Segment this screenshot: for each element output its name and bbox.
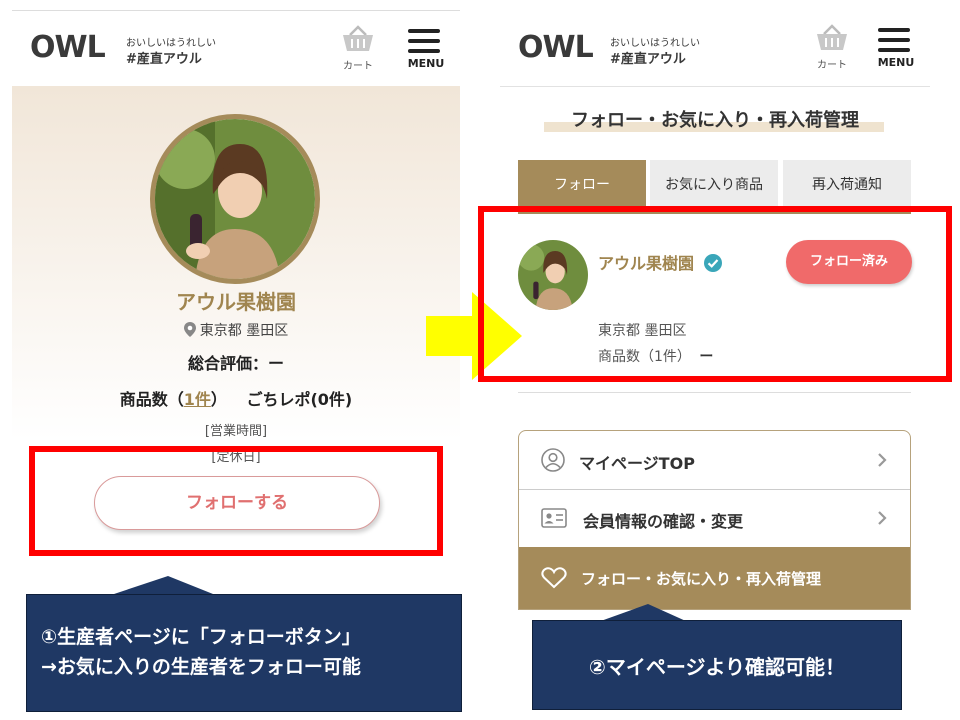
right-callout-box: ②マイページより確認可能！ [532,620,902,710]
cart-label: カート [343,61,373,72]
left-callout: ①生産者ページに「フォローボタン」 →お気に入りの生産者をフォロー可能 [26,576,462,712]
tab-follow[interactable]: フォロー [518,160,646,210]
menu-item-label: フォロー・お気に入り・再入荷管理 [581,570,822,588]
business-hours-label: [営業時間] [204,424,268,439]
producer-photo [155,119,315,279]
person-icon [541,448,565,472]
id-card-icon [541,508,567,528]
cart-button[interactable]: カート [340,25,376,75]
menu-item-follow-favorites[interactable]: フォロー・お気に入り・再入荷管理 [519,547,910,609]
highlight-follow-button [29,446,443,556]
map-pin-icon [183,322,196,337]
header-divider [500,86,930,87]
heart-icon [541,567,567,589]
owl-logo[interactable]: OWL [30,30,106,65]
hamburger-icon [876,28,916,52]
mypage-menu: マイページTOP 会員情報の確認・変更 フォロー・お気に入り・再入荷管理 [518,430,911,610]
basket-icon [817,24,847,50]
callout-line-1: ①生産者ページに「フォローボタン」 [41,626,361,648]
tab-restock-notice[interactable]: 再入荷通知 [783,160,911,210]
tab-favorite-products[interactable]: お気に入り商品 [650,160,778,210]
hamburger-icon [406,29,446,53]
basket-icon [343,25,373,51]
cart-button[interactable]: カート [814,24,850,74]
callout-text: ②マイページより確認可能！ [588,655,846,679]
menu-item-mypage-top[interactable]: マイページTOP [519,431,910,490]
menu-item-member-info[interactable]: 会員情報の確認・変更 [519,489,910,548]
chevron-right-icon [878,511,887,525]
card-divider [518,392,911,393]
producer-stats: 商品数（1件） ごちレポ(0件) [12,386,460,410]
highlight-follow-list [478,206,952,382]
chevron-right-icon [878,453,887,467]
logo-tagline: #産直アウル [610,52,686,67]
left-callout-box: ①生産者ページに「フォローボタン」 →お気に入りの生産者をフォロー可能 [26,594,462,712]
menu-button[interactable]: MENU [406,29,446,81]
cart-label: カート [817,60,847,71]
callout-line-2: →お気に入りの生産者をフォロー可能 [41,656,361,678]
menu-item-label: マイページTOP [579,454,695,473]
products-suffix: ） [210,390,227,409]
menu-label: MENU [407,57,445,70]
producer-avatar [150,114,320,284]
logo-tagline: #産直アウル [126,52,202,67]
left-header: OWL おいしいはうれしい #産直アウル カート MENU [12,10,460,87]
producer-location: 東京都 墨田区 [12,320,460,340]
owl-logo[interactable]: OWL [518,30,594,65]
gochi-repo-count[interactable]: ごちレポ(0件) [246,390,352,409]
callout-pointer [108,576,218,596]
right-header: OWL おいしいはうれしい #産直アウル カート MENU [500,10,930,86]
products-count-link[interactable]: 1件 [184,390,211,409]
logo-tagline-small: おいしいはうれしい [126,38,216,49]
location-text: 東京都 墨田区 [199,323,289,339]
menu-label: MENU [877,56,915,69]
right-callout: ②マイページより確認可能！ [532,604,902,710]
producer-name: アウル果樹園 [176,290,296,314]
logo-tagline-small: おいしいはうれしい [610,38,700,49]
menu-button[interactable]: MENU [876,28,916,80]
page-title: フォロー・お気に入り・再入荷管理 [571,110,859,131]
overall-rating: 総合評価：ー [187,354,284,373]
menu-item-label: 会員情報の確認・変更 [583,512,744,531]
products-prefix: 商品数（ [119,390,184,409]
